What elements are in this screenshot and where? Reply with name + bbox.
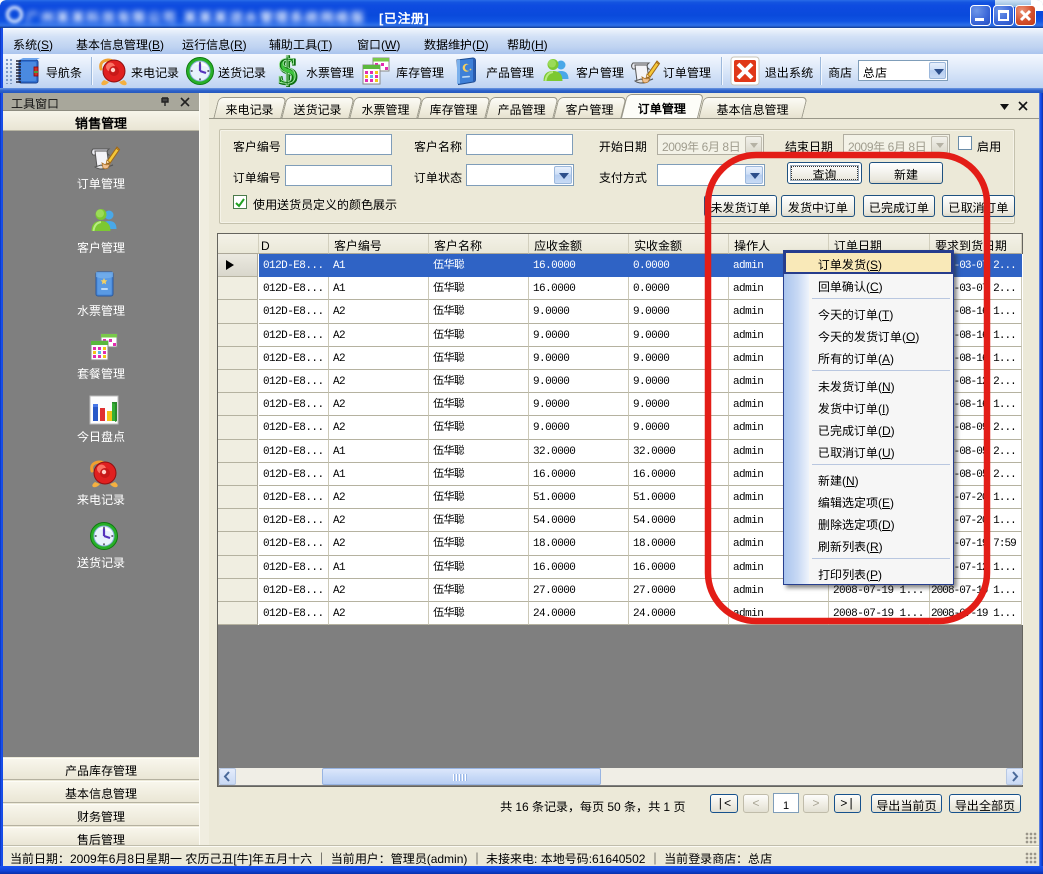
- svg-text:$: $: [278, 55, 297, 87]
